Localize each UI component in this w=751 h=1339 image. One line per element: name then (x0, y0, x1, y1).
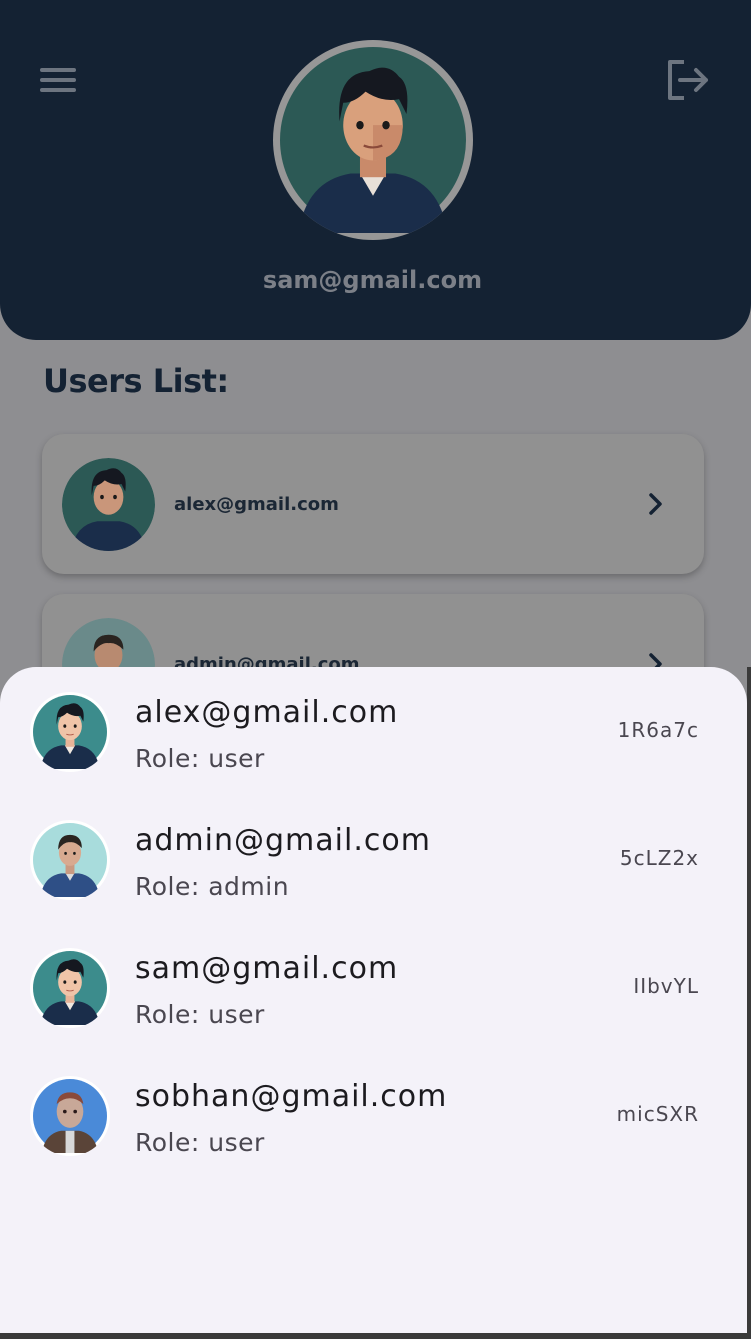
user-id: 1R6a7c (617, 718, 699, 742)
avatar (62, 458, 155, 551)
app-screen: sam@gmail.com Users List: alex@gmail.com (0, 0, 751, 1339)
profile-email: sam@gmail.com (262, 266, 483, 294)
user-role: Role: user (135, 1128, 265, 1157)
profile-header: sam@gmail.com (0, 0, 751, 340)
logout-icon (668, 60, 708, 100)
profile-avatar[interactable] (273, 40, 473, 240)
list-item[interactable]: alex@gmail.com Role: user 1R6a7c (0, 667, 747, 787)
user-role: Role: user (135, 744, 265, 773)
user-role: Role: admin (135, 872, 290, 901)
user-email: sam@gmail.com (135, 951, 399, 986)
avatar (30, 948, 110, 1028)
screen-edge (747, 667, 751, 1339)
menu-button[interactable] (36, 62, 80, 98)
user-email: sobhan@gmail.com (135, 1079, 448, 1114)
user-id: IIbvYL (633, 974, 699, 998)
list-item[interactable]: sobhan@gmail.com Role: user micSXR (0, 1051, 747, 1171)
list-item[interactable]: admin@gmail.com Role: admin 5cLZ2x (0, 795, 747, 915)
users-list-title: Users List: (43, 362, 229, 400)
user-role: Role: user (135, 1000, 265, 1029)
user-id: 5cLZ2x (619, 846, 699, 870)
card-email: alex@gmail.com (174, 494, 339, 515)
list-item[interactable]: sam@gmail.com Role: user IIbvYL (0, 923, 747, 1043)
user-email: alex@gmail.com (135, 695, 399, 730)
user-email: admin@gmail.com (135, 823, 431, 858)
avatar (30, 692, 110, 772)
avatar (30, 820, 110, 900)
chevron-right-icon (649, 493, 662, 515)
user-id: micSXR (616, 1102, 699, 1126)
user-card[interactable]: alex@gmail.com (42, 434, 704, 574)
users-bottom-sheet: alex@gmail.com Role: user 1R6a7c admin@g… (0, 667, 747, 1333)
logout-button[interactable] (664, 58, 712, 102)
screen-edge (0, 1333, 751, 1339)
avatar (30, 1076, 110, 1156)
